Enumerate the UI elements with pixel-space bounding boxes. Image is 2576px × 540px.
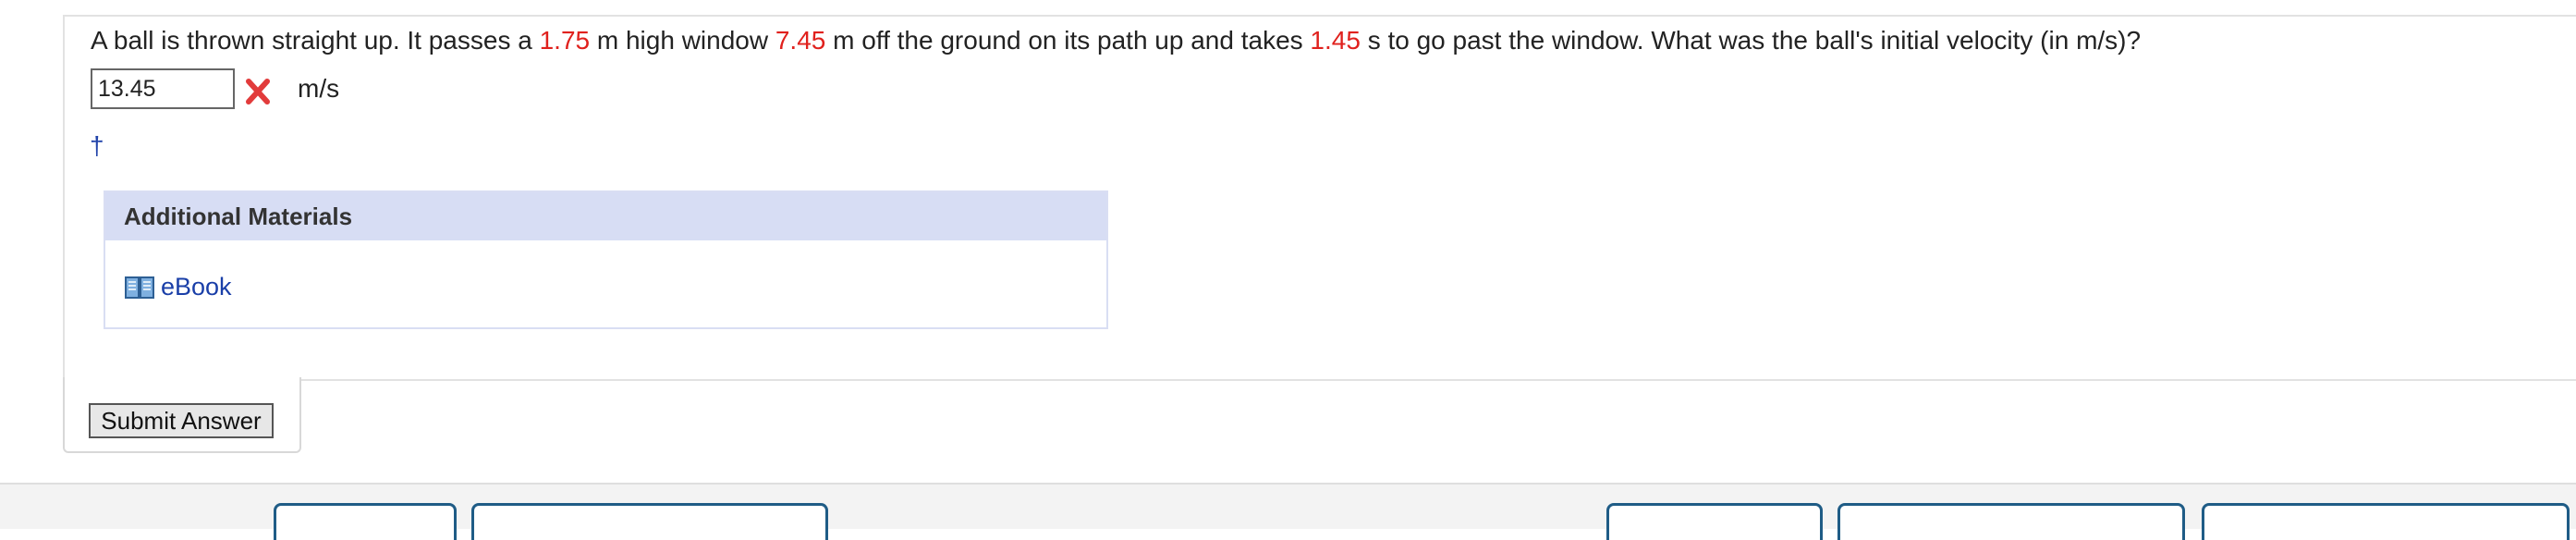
window-distance-value: 7.45 [775,26,826,55]
ebook-link[interactable]: eBook [161,273,232,301]
question-text-part: m off the ground on its path up and take… [825,26,1311,55]
incorrect-x-icon [246,79,270,104]
answer-unit: m/s [298,74,340,103]
window-height-value: 1.75 [539,26,591,55]
submit-answer-button[interactable]: Submit Answer [89,403,274,438]
ebook-link-row[interactable]: eBook [124,270,232,303]
question-text-part: s to go past the window. What was the ba… [1360,26,2142,55]
window-time-value: 1.45 [1310,26,1361,55]
question-text: A ball is thrown straight up. It passes … [91,24,2141,57]
question-text-part: A ball is thrown straight up. It passes … [91,26,540,55]
answer-input[interactable] [91,68,235,109]
book-icon [125,276,154,299]
additional-materials-header: Additional Materials [105,192,1106,240]
bottom-nav-button[interactable] [1837,503,2185,540]
bottom-nav-button[interactable] [2202,503,2570,540]
additional-materials-panel: Additional Materials eBook [104,190,1108,329]
question-text-part: m high window [590,26,775,55]
bottom-nav-button[interactable] [274,503,457,540]
bottom-nav-button[interactable] [471,503,828,540]
bottom-nav-button[interactable] [1606,503,1823,540]
dagger-link[interactable]: † [90,131,104,161]
